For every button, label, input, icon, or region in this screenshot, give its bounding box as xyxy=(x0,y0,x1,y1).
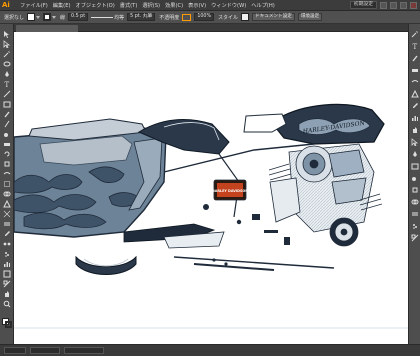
pencil-tool-icon[interactable] xyxy=(3,120,11,128)
blob-brush-tool-icon[interactable] xyxy=(3,130,11,138)
lasso-tool-icon[interactable] xyxy=(3,60,11,68)
appearance-panel-icon[interactable] xyxy=(411,138,419,146)
opacity-label: 不透明度 xyxy=(159,14,180,21)
workspace-switcher[interactable]: 初期設定 xyxy=(349,1,377,9)
graphic-style-swatch[interactable] xyxy=(241,13,250,21)
status-info[interactable] xyxy=(64,347,104,354)
opacity-mask-indicator[interactable] xyxy=(182,13,192,21)
chevron-down-icon[interactable] xyxy=(36,15,41,19)
menu-file[interactable]: ファイル(F) xyxy=(20,2,48,9)
exhaust-fragment xyxy=(193,263,275,271)
stroke-label: 線 xyxy=(60,14,66,21)
menu-edit[interactable]: 編集(E) xyxy=(53,2,71,9)
stroke-style-preview[interactable] xyxy=(91,16,114,18)
document-tab[interactable] xyxy=(16,25,78,32)
stroke-style-label[interactable]: 均等 xyxy=(114,14,124,21)
document-tab-bar xyxy=(14,24,408,32)
layers-panel-icon[interactable] xyxy=(411,150,419,158)
panel-dock: T xyxy=(408,24,420,344)
menu-window[interactable]: ウィンドウ(W) xyxy=(211,2,246,9)
paintbrush-tool-icon[interactable] xyxy=(3,110,11,118)
app-logo: Ai xyxy=(2,1,10,9)
preferences-button[interactable]: 環境設定 xyxy=(297,13,323,21)
menu-object[interactable]: オブジェクト(O) xyxy=(76,2,115,9)
artboards-panel-icon[interactable] xyxy=(411,162,419,170)
status-bar xyxy=(0,344,420,356)
warp-tool-icon[interactable] xyxy=(3,170,11,178)
gradient-tool-icon[interactable] xyxy=(3,220,11,228)
fill-swatch[interactable] xyxy=(27,13,36,21)
tools-panel: T xyxy=(0,24,14,344)
align-panel-icon[interactable] xyxy=(411,174,419,182)
close-button[interactable] xyxy=(410,1,417,9)
type-tool-icon[interactable]: T xyxy=(3,80,11,88)
scale-tool-icon[interactable] xyxy=(3,160,11,168)
mesh-tool-icon[interactable] xyxy=(3,210,11,218)
fill-stroke-indicator[interactable] xyxy=(2,318,12,328)
menu-effect[interactable]: 効果(C) xyxy=(165,2,183,9)
svg-text:T: T xyxy=(413,43,418,50)
swatches-panel-icon[interactable] xyxy=(411,54,419,62)
hand-tool-icon[interactable] xyxy=(3,290,11,298)
stroke-weight-field[interactable]: 0.5 pt xyxy=(68,13,89,21)
svg-text:T: T xyxy=(5,81,10,88)
selection-tool-icon[interactable] xyxy=(3,30,11,38)
transform-panel-icon[interactable] xyxy=(411,198,419,206)
eraser-tool-icon[interactable] xyxy=(3,140,11,148)
zoom-tool-icon[interactable] xyxy=(3,300,11,308)
direct-selection-tool-icon[interactable] xyxy=(3,40,11,48)
exhaust-fragment xyxy=(173,256,335,269)
artboard-canvas[interactable]: HARLEY-DAVIDSON HARLEY DAVIDSON xyxy=(14,32,408,344)
blend-tool-icon[interactable] xyxy=(3,240,11,248)
symbols-panel-icon[interactable] xyxy=(411,78,419,86)
menu-right-group: 初期設定 xyxy=(349,1,417,9)
eyedropper-tool-icon[interactable] xyxy=(3,230,11,238)
character-panel-icon[interactable] xyxy=(411,210,419,218)
search-icon[interactable] xyxy=(380,1,387,9)
slice-tool-icon[interactable] xyxy=(3,280,11,288)
document-setup-button[interactable]: ドキュメント設定 xyxy=(252,13,295,21)
shape-builder-tool-icon[interactable] xyxy=(3,190,11,198)
symbol-sprayer-tool-icon[interactable] xyxy=(3,250,11,258)
motorcycle-artwork: HARLEY-DAVIDSON HARLEY DAVIDSON xyxy=(14,103,408,329)
badge-text: HARLEY DAVIDSON xyxy=(212,189,248,193)
pathfinder-panel-icon[interactable] xyxy=(411,186,419,194)
brush-definition-field[interactable]: 5 pt. 丸筆 xyxy=(127,13,156,21)
menu-help[interactable]: ヘルプ(H) xyxy=(251,2,275,9)
stroke-swatch[interactable] xyxy=(43,13,52,21)
pen-tool-icon[interactable] xyxy=(3,70,11,78)
color-panel-icon[interactable] xyxy=(411,30,419,38)
graphic-styles-panel-icon[interactable] xyxy=(411,90,419,98)
transparency-panel-icon[interactable] xyxy=(411,126,419,134)
selection-status: 選択なし xyxy=(4,14,25,21)
maximize-button[interactable] xyxy=(400,1,407,9)
brushes-panel-icon[interactable] xyxy=(411,66,419,74)
opacity-field[interactable]: 100% xyxy=(194,13,215,21)
color-guide-panel-icon[interactable]: T xyxy=(411,42,419,50)
zoom-field[interactable] xyxy=(4,347,26,354)
menu-view[interactable]: 表示(V) xyxy=(188,2,206,9)
rotate-tool-icon[interactable] xyxy=(3,150,11,158)
menu-bar: Ai ファイル(F) 編集(E) オブジェクト(O) 書式(T) 選択(S) 効… xyxy=(0,0,420,11)
free-transform-tool-icon[interactable] xyxy=(3,180,11,188)
paragraph-panel-icon[interactable] xyxy=(411,222,419,230)
control-bar: 選択なし 線 0.5 pt 均等 5 pt. 丸筆 不透明度 100% スタイル… xyxy=(0,11,420,24)
links-panel-icon[interactable] xyxy=(411,234,419,242)
engine xyxy=(269,143,375,247)
stroke-panel-icon[interactable] xyxy=(411,102,419,110)
menu-type[interactable]: 書式(T) xyxy=(120,2,138,9)
artboard-navigator[interactable] xyxy=(30,347,60,354)
perspective-grid-tool-icon[interactable] xyxy=(3,200,11,208)
artboard-tool-icon[interactable] xyxy=(3,270,11,278)
graph-tool-icon[interactable] xyxy=(3,260,11,268)
minimize-button[interactable] xyxy=(390,1,397,9)
magic-wand-tool-icon[interactable] xyxy=(3,50,11,58)
menu-select[interactable]: 選択(S) xyxy=(142,2,160,9)
chevron-down-icon[interactable] xyxy=(52,15,57,19)
style-label: スタイル xyxy=(218,14,239,21)
line-tool-icon[interactable] xyxy=(3,90,11,98)
gradient-panel-icon[interactable] xyxy=(411,114,419,122)
badge: HARLEY DAVIDSON xyxy=(212,179,248,201)
rectangle-tool-icon[interactable] xyxy=(3,100,11,108)
